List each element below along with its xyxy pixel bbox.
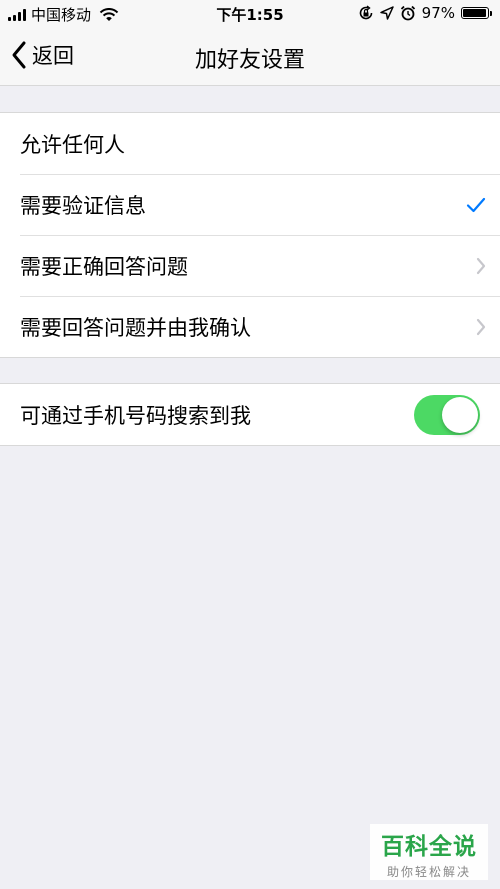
option-require-verification[interactable]: 需要验证信息 bbox=[0, 174, 500, 235]
toggle-knob bbox=[442, 396, 478, 433]
option-label: 需要回答问题并由我确认 bbox=[20, 315, 251, 340]
alarm-icon bbox=[400, 5, 415, 21]
phone-search-row: 可通过手机号码搜索到我 bbox=[0, 384, 500, 445]
orientation-lock-icon bbox=[359, 5, 372, 20]
phone-search-toggle[interactable] bbox=[414, 394, 480, 435]
location-icon bbox=[379, 6, 394, 20]
chevron-right-icon bbox=[476, 318, 486, 335]
chevron-right-icon bbox=[476, 257, 486, 274]
phone-search-label: 可通过手机号码搜索到我 bbox=[20, 403, 251, 428]
option-allow-anyone[interactable]: 允许任何人 bbox=[0, 113, 500, 174]
battery-percent: 97% bbox=[421, 4, 455, 22]
phone-search-section: 可通过手机号码搜索到我 bbox=[0, 383, 500, 446]
page-title: 加好友设置 bbox=[194, 48, 305, 73]
option-label: 需要验证信息 bbox=[20, 193, 146, 218]
option-label: 允许任何人 bbox=[20, 132, 125, 157]
status-right: 97% bbox=[358, 4, 492, 22]
option-label: 需要正确回答问题 bbox=[20, 254, 188, 279]
battery-icon bbox=[461, 7, 492, 19]
battery-fill bbox=[463, 9, 487, 17]
verification-options-list: 允许任何人 需要验证信息 需要正确回答问题 需要回答问题并由我确认 bbox=[0, 112, 500, 358]
watermark-main: 百科全说 bbox=[381, 834, 477, 860]
watermark-logo: 百科全说 助你轻松解决 bbox=[370, 824, 488, 880]
checkmark-icon bbox=[466, 197, 486, 212]
navigation-bar: 返回 加好友设置 bbox=[0, 28, 500, 86]
option-answer-and-confirm[interactable]: 需要回答问题并由我确认 bbox=[0, 296, 500, 357]
status-bar: 中国移动 下午1:55 97% bbox=[0, 0, 500, 28]
option-correct-answer[interactable]: 需要正确回答问题 bbox=[0, 235, 500, 296]
watermark-sub: 助你轻松解决 bbox=[386, 865, 471, 879]
